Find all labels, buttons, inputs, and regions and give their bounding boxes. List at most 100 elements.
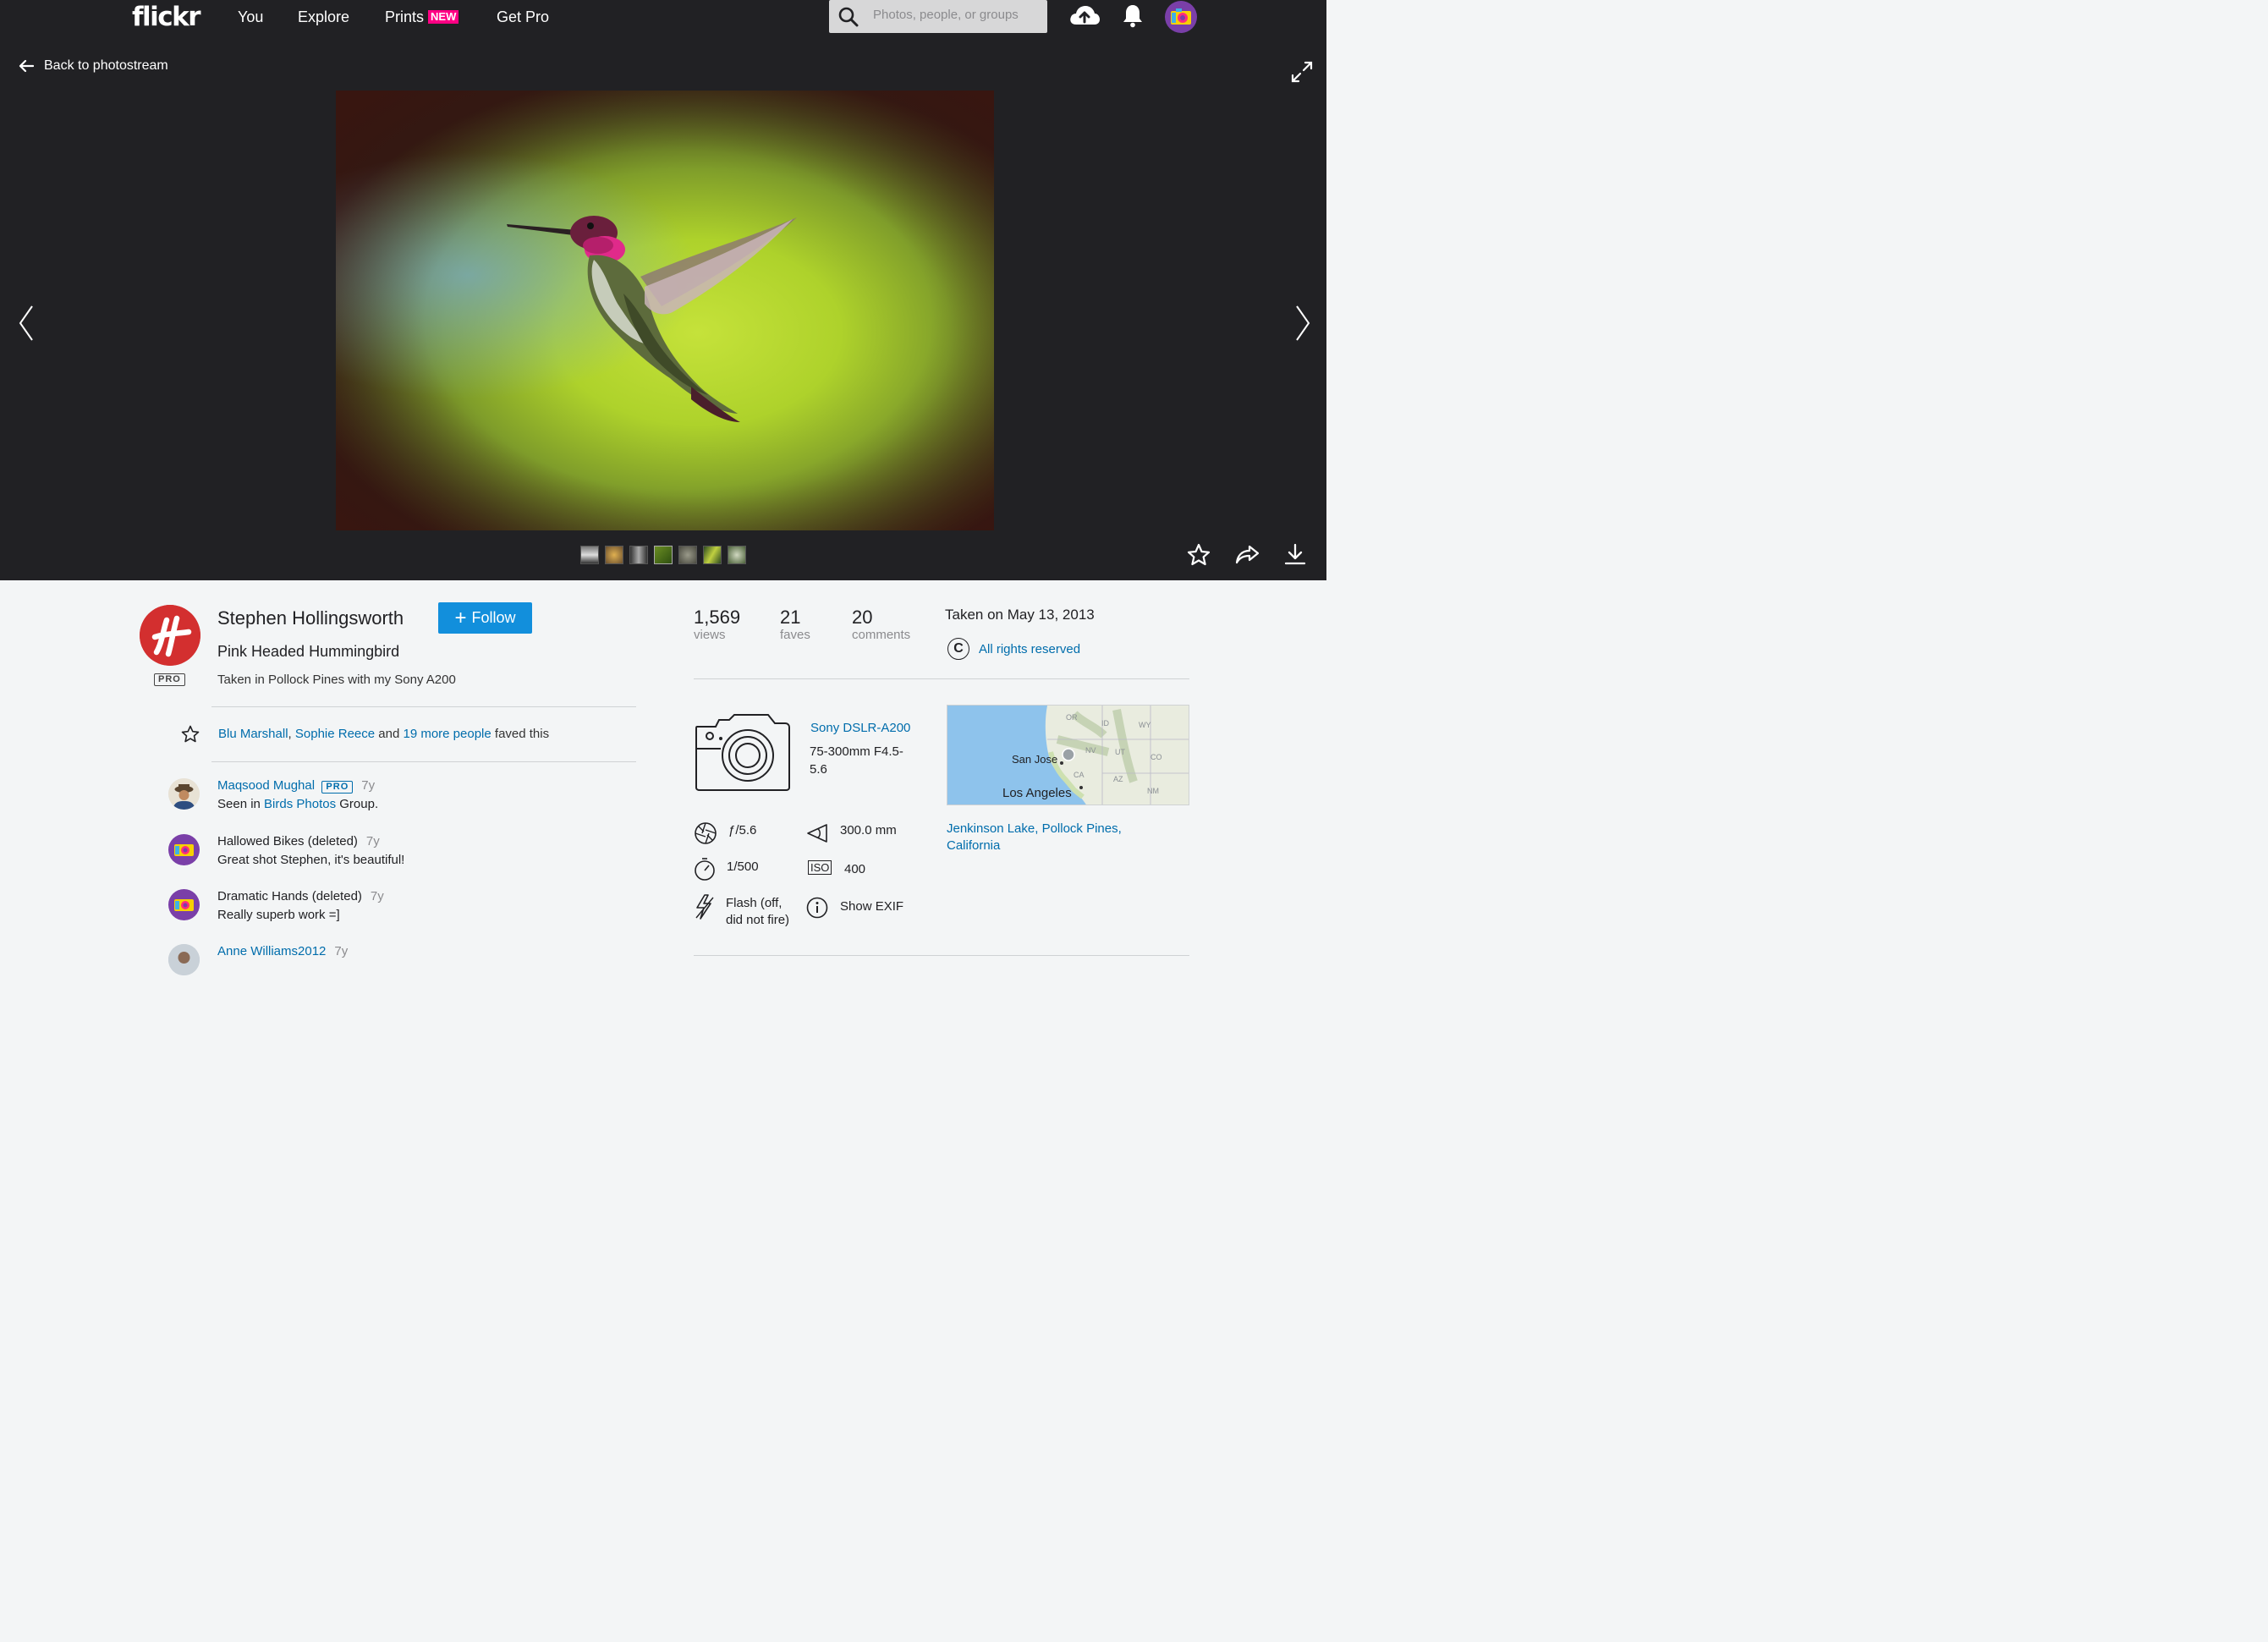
fave-star-icon[interactable] bbox=[1187, 543, 1211, 566]
thumbnail[interactable] bbox=[703, 546, 722, 564]
flash-value: Flash (off, did not fire) bbox=[726, 896, 790, 927]
thumbnail[interactable] bbox=[654, 546, 673, 564]
faves-label: faves bbox=[780, 628, 810, 642]
commenter-avatar[interactable] bbox=[168, 778, 200, 810]
commenter-name: Dramatic Hands (deleted) bbox=[217, 889, 362, 903]
divider bbox=[694, 955, 1189, 956]
thumbnail[interactable] bbox=[580, 546, 599, 564]
back-label: Back to photostream bbox=[44, 58, 168, 73]
photo-description: Taken in Pollock Pines with my Sony A200 bbox=[217, 673, 456, 687]
license-info: C All rights reserved bbox=[947, 638, 1080, 660]
user-avatar[interactable] bbox=[1165, 1, 1197, 33]
map-label: CA bbox=[1074, 771, 1085, 779]
follow-label: Follow bbox=[471, 609, 516, 626]
main-photo[interactable] bbox=[336, 91, 994, 530]
comment-time[interactable]: 7y bbox=[361, 778, 375, 793]
map-label: AZ bbox=[1113, 775, 1123, 783]
next-arrow-icon[interactable] bbox=[1294, 305, 1311, 342]
back-arrow-icon bbox=[19, 59, 34, 73]
photostream-thumbnails bbox=[580, 546, 746, 564]
owner-name[interactable]: Stephen Hollingsworth bbox=[217, 607, 404, 629]
more-favers-link[interactable]: 19 more people bbox=[403, 727, 491, 741]
faver-link[interactable]: Blu Marshall bbox=[218, 727, 288, 741]
map-city-label: Los Angeles bbox=[1002, 786, 1072, 800]
upload-cloud-icon[interactable] bbox=[1068, 3, 1101, 28]
shutter-speed-icon bbox=[695, 858, 715, 881]
copyright-icon: C bbox=[947, 638, 969, 660]
divider bbox=[694, 678, 1189, 679]
commenter-name: Hallowed Bikes (deleted) bbox=[217, 834, 358, 848]
flash-icon bbox=[695, 894, 714, 920]
location-map[interactable]: OR ID WY NV UT CO CA AZ NM San Jose Los … bbox=[947, 705, 1189, 805]
map-label: OR bbox=[1066, 713, 1078, 722]
nav-prints-label: Prints bbox=[385, 8, 425, 25]
faves-stat: 21 faves bbox=[780, 607, 810, 643]
plus-icon: + bbox=[454, 606, 467, 629]
commenter-avatar bbox=[168, 834, 200, 865]
focal-length-icon bbox=[807, 824, 827, 843]
map-label: ID bbox=[1101, 719, 1110, 728]
map-city-label: San Jose bbox=[1012, 753, 1057, 766]
expand-icon[interactable] bbox=[1291, 61, 1313, 83]
back-to-photostream[interactable]: Back to photostream bbox=[19, 58, 168, 74]
owner-pro-badge: PRO bbox=[154, 673, 185, 686]
views-stat: 1,569 views bbox=[694, 607, 740, 643]
follow-button[interactable]: + Follow bbox=[438, 602, 532, 634]
map-label: NM bbox=[1147, 787, 1159, 795]
aperture-icon bbox=[695, 822, 717, 844]
hummingbird-image bbox=[507, 216, 797, 422]
flickr-logo[interactable]: flickr bbox=[132, 2, 201, 32]
divider bbox=[211, 761, 636, 762]
camera-avatar-icon bbox=[1171, 8, 1191, 25]
commenter-avatar[interactable] bbox=[168, 944, 200, 975]
nav-explore[interactable]: Explore bbox=[298, 8, 349, 26]
search-input[interactable] bbox=[873, 8, 1039, 22]
comments-stat: 20 comments bbox=[852, 607, 910, 643]
faves-star-icon bbox=[181, 725, 200, 743]
comments-label: comments bbox=[852, 628, 911, 642]
license-link[interactable]: All rights reserved bbox=[979, 642, 1080, 656]
faves-count: 21 bbox=[780, 607, 801, 628]
comment-time[interactable]: 7y bbox=[371, 889, 384, 903]
download-icon[interactable] bbox=[1284, 543, 1306, 565]
nav-get-pro[interactable]: Get Pro bbox=[497, 8, 549, 26]
map-label: CO bbox=[1150, 753, 1162, 761]
notification-bell-icon[interactable] bbox=[1122, 3, 1144, 28]
lens-info: 75-300mm F4.5-5.6 bbox=[810, 744, 903, 777]
camera-icon[interactable] bbox=[694, 713, 792, 793]
map-image: OR ID WY NV UT CO CA AZ NM San Jose Los … bbox=[947, 706, 1189, 805]
taken-date: Taken on May 13, 2013 bbox=[945, 607, 1095, 623]
map-label: UT bbox=[1115, 748, 1125, 756]
comments-count: 20 bbox=[852, 607, 873, 628]
camera-model-link[interactable]: Sony DSLR-A200 bbox=[810, 721, 910, 735]
comment-time[interactable]: 7y bbox=[366, 834, 380, 848]
commenter-name[interactable]: Maqsood Mughal bbox=[217, 778, 315, 793]
info-icon bbox=[806, 897, 828, 919]
owner-avatar[interactable] bbox=[140, 605, 200, 666]
commenter-name[interactable]: Anne Williams2012 bbox=[217, 944, 326, 958]
show-exif-link[interactable]: Show EXIF bbox=[840, 898, 903, 915]
search-icon[interactable] bbox=[837, 6, 859, 28]
iso-icon: ISO bbox=[808, 860, 832, 875]
thumbnail[interactable] bbox=[678, 546, 697, 564]
shutter-speed-value: 1/500 bbox=[727, 859, 759, 874]
prev-arrow-icon[interactable] bbox=[18, 305, 35, 342]
comment-time[interactable]: 7y bbox=[334, 944, 348, 958]
location-link[interactable]: Jenkinson Lake, Pollock Pines, Californi… bbox=[947, 821, 1167, 854]
views-count: 1,569 bbox=[694, 607, 741, 628]
thumbnail[interactable] bbox=[605, 546, 623, 564]
faves-summary: Blu Marshall, Sophie Reece and 19 more p… bbox=[218, 727, 550, 741]
faver-link[interactable]: Sophie Reece bbox=[295, 727, 375, 741]
aperture-value: ƒ/5.6 bbox=[728, 823, 757, 837]
group-link[interactable]: Birds Photos bbox=[264, 797, 336, 811]
nav-you[interactable]: You bbox=[238, 8, 263, 26]
thumbnail[interactable] bbox=[629, 546, 648, 564]
nav-prints[interactable]: Prints NEW bbox=[385, 8, 459, 26]
thumbnail[interactable] bbox=[728, 546, 746, 564]
comment-text: Great shot Stephen, it's beautiful! bbox=[217, 853, 405, 867]
iso-value: 400 bbox=[844, 862, 866, 876]
commenter-avatar bbox=[168, 889, 200, 920]
photo-stage: Back to photostream bbox=[0, 41, 1326, 580]
share-icon[interactable] bbox=[1235, 544, 1260, 564]
commenter-pro-badge: PRO bbox=[321, 781, 354, 794]
